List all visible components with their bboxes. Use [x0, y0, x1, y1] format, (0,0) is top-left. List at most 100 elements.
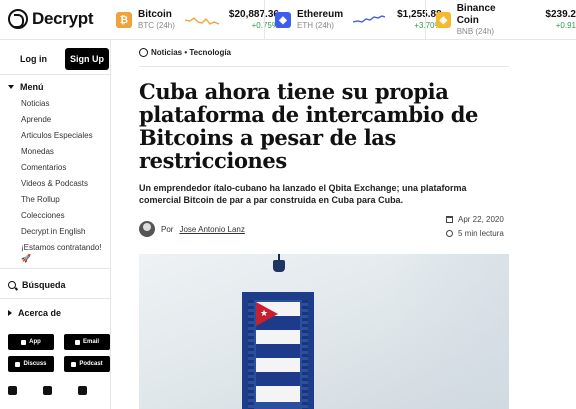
coin-price: $1,255.88 [397, 9, 442, 20]
wall-shadow [389, 254, 509, 409]
ticker-label: Ethereum ETH (24h) [297, 9, 343, 31]
ticker-divider [264, 0, 265, 40]
date-text: Apr 22, 2020 [458, 215, 504, 224]
coin-period: BTC (24h) [138, 21, 175, 30]
top-bar: Decrypt ₿ Bitcoin BTC (24h) $20,887.36 +… [0, 0, 576, 40]
flag-stripe [256, 372, 300, 386]
logo[interactable]: Decrypt [8, 9, 94, 29]
discord-icon [15, 361, 21, 367]
podcast-button[interactable]: Podcast [64, 356, 110, 372]
podcast-icon [71, 361, 77, 367]
ticker-bitcoin[interactable]: ₿ Bitcoin BTC (24h) $20,887.36 +0.75% [116, 0, 279, 40]
search-icon [8, 281, 16, 289]
menu-item-colecciones[interactable]: Colecciones [21, 210, 101, 226]
cuban-flag: ★ [256, 302, 300, 402]
auth-buttons: Log in Sign Up [10, 48, 109, 70]
divider [0, 298, 111, 299]
ticker-values: $1,255.88 +3.70% [397, 9, 442, 31]
menu-item-rollup[interactable]: The Rollup [21, 194, 101, 210]
menu-item-english[interactable]: Decrypt in English [21, 226, 101, 242]
coin-name: Ethereum [297, 9, 344, 20]
ticker-label: Bitcoin BTC (24h) [138, 9, 175, 31]
menu-item-articulos[interactable]: Articulos Especiales [21, 130, 101, 146]
ticker-values: $20,887.36 +0.75% [229, 9, 279, 31]
sparkline-icon [184, 17, 219, 25]
calendar-icon [446, 216, 453, 223]
app-button[interactable]: App [8, 334, 54, 350]
twitter-icon[interactable] [8, 386, 17, 395]
social-links [8, 386, 87, 395]
publish-date: Apr 22, 2020 [446, 215, 504, 224]
podcast-label: Podcast [79, 361, 103, 367]
menu-item-videos[interactable]: Videos & Podcasts [21, 178, 101, 194]
menu-list: Noticias Aprende Articulos Especiales Mo… [21, 98, 101, 266]
ticker-ethereum[interactable]: ◆ Ethereum ETH (24h) $1,255.88 +3.70% [275, 0, 442, 40]
coin-change: +3.70% [414, 21, 442, 30]
chevron-down-icon [8, 85, 14, 89]
article-subtitle: Un emprendedor ítalo-cubano ha lanzado e… [139, 183, 467, 205]
menu-item-noticias[interactable]: Noticias [21, 98, 101, 114]
email-label: Email [82, 339, 99, 345]
facebook-icon[interactable] [43, 386, 52, 395]
coin-name: Bitcoin [138, 9, 172, 20]
about-toggle[interactable]: Acerca de [8, 308, 61, 318]
rocket-icon: 🚀 [21, 254, 31, 263]
menu-title: Menú [20, 82, 44, 92]
sparkline-icon [353, 15, 386, 23]
menu-toggle[interactable]: Menú [8, 82, 44, 92]
avatar[interactable] [139, 221, 155, 237]
clock-icon [446, 230, 453, 237]
phone-icon [21, 339, 27, 345]
menu-item-hiring[interactable]: ¡Estamos contratando! [21, 242, 101, 254]
search-label: Búsqueda [22, 280, 66, 290]
coin-period: ETH (24h) [297, 21, 334, 30]
menu-item-comentarios[interactable]: Comentarios [21, 162, 101, 178]
discuss-label: Discuss [23, 361, 47, 367]
decrypt-logo-icon [139, 48, 148, 57]
sidebar: Log in Sign Up Menú Noticias Aprende Art… [0, 40, 111, 409]
signup-button[interactable]: Sign Up [65, 48, 109, 70]
about-label: Acerca de [18, 308, 62, 318]
hero-image: ★ [139, 254, 509, 409]
ticker-binance[interactable]: ◈ Binance Coin BNB (24h) $239.2 +0.91 [436, 0, 576, 40]
divider [0, 268, 111, 269]
binance-icon: ◈ [436, 12, 451, 28]
page: Decrypt ₿ Bitcoin BTC (24h) $20,887.36 +… [0, 0, 576, 409]
window-shutter [248, 300, 254, 409]
window-shutter [302, 300, 308, 409]
read-time-text: 5 min lectura [458, 229, 504, 238]
ticker-label: Binance Coin BNB (24h) [457, 3, 516, 37]
read-time: 5 min lectura [446, 229, 504, 238]
divider [139, 66, 509, 67]
star-icon: ★ [260, 308, 269, 318]
ticker-values: $239.2 +0.91 [545, 9, 576, 31]
discuss-button[interactable]: Discuss [8, 356, 54, 372]
chevron-right-icon [8, 310, 12, 316]
menu-item-monedas[interactable]: Monedas [21, 146, 101, 162]
decrypt-logo-icon [8, 9, 28, 29]
coin-price: $239.2 [545, 9, 576, 20]
ticker-divider [425, 0, 426, 40]
login-button[interactable]: Log in [10, 48, 57, 70]
author-link[interactable]: Jose Antonio Lanz [179, 225, 244, 234]
coin-name: Binance Coin [456, 3, 496, 26]
bitcoin-icon: ₿ [116, 12, 132, 28]
divider [0, 74, 111, 75]
lamp-head [273, 260, 285, 272]
blue-window: ★ [242, 292, 314, 409]
coin-price: $20,887.36 [228, 9, 279, 20]
breadcrumb-text[interactable]: Noticias • Tecnología [151, 48, 231, 57]
search-toggle[interactable]: Búsqueda [8, 280, 66, 290]
email-button[interactable]: Email [64, 334, 110, 350]
app-label: App [29, 339, 41, 345]
author-prefix: Por [161, 224, 174, 234]
menu-item-aprende[interactable]: Aprende [21, 114, 101, 130]
article-title: Cuba ahora tiene su propia plataforma de… [139, 79, 478, 173]
coin-change: +0.75% [251, 21, 279, 30]
app-buttons: App Email Discuss Podcast [8, 334, 110, 372]
flag-stripe [256, 344, 300, 358]
coin-change: +0.91 [555, 21, 576, 30]
ethereum-icon: ◆ [275, 12, 291, 28]
wall-lamp [273, 254, 285, 274]
instagram-icon[interactable] [78, 386, 87, 395]
